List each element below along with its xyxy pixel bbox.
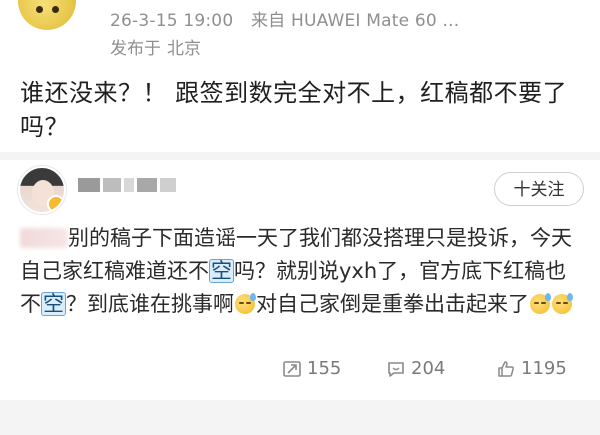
redaction-block	[78, 178, 100, 192]
bottom-spacer	[0, 400, 600, 435]
redaction-block	[124, 178, 134, 192]
post-source: 来自 HUAWEI Mate 60 ...	[250, 11, 460, 31]
sweat-drop	[567, 293, 573, 301]
repost-card: 十关注 别的稿子下面造谣一天了我们都没搭理只是投诉，今天自己家红稿难道还不空吗？…	[0, 160, 600, 400]
reply-user-avatar[interactable]	[18, 166, 66, 214]
repost-count: 155	[307, 358, 342, 379]
kong-sticker: 空	[209, 259, 234, 283]
follow-button[interactable]: 十关注	[494, 172, 584, 206]
comment-count: 204	[411, 358, 446, 379]
location-label: 发布于	[110, 39, 161, 59]
post-meta: 26-3-15 19:00 来自 HUAWEI Mate 60 ...	[110, 6, 459, 31]
like-icon	[498, 360, 514, 377]
like-count: 1195	[521, 358, 567, 379]
sweat-smile-emoji	[235, 293, 256, 314]
post-location-line: 发布于 北京	[110, 34, 207, 59]
redaction-block	[160, 178, 176, 192]
reply-body: 别的稿子下面造谣一天了我们都没搭理只是投诉，今天自己家红稿难道还不空吗？就别说y…	[20, 222, 585, 321]
vip-badge-icon	[47, 195, 64, 212]
post-location: 北京	[167, 39, 201, 59]
reply-text-part4: 对自己家倒是重拳出击起来了	[256, 292, 529, 316]
redaction-block	[103, 178, 121, 192]
comment-button[interactable]: 204	[386, 358, 445, 379]
sweat-smile-emoji	[530, 293, 551, 314]
action-bar: 155 204 1195	[0, 352, 600, 392]
repost-icon	[283, 360, 301, 377]
redacted-mention	[20, 228, 68, 248]
avatar-eye-left	[36, 6, 43, 13]
redacted-username	[78, 174, 198, 196]
sweat-drop	[545, 293, 551, 301]
avatar-eye-right	[52, 6, 59, 13]
reply-text-part3: ？到底谁在挑事啊	[66, 292, 234, 316]
redaction-block	[137, 178, 157, 192]
original-post-card: 26-3-15 19:00 来自 HUAWEI Mate 60 ... 发布于北…	[0, 0, 600, 152]
comment-icon	[388, 361, 404, 377]
post-timestamp: 26-3-15 19:00	[110, 11, 234, 31]
repost-button[interactable]: 155	[282, 358, 341, 379]
sweat-drop	[250, 293, 256, 301]
post-body: 谁还没来？！ 跟签到数完全对不上，红稿都不要了吗？	[20, 79, 568, 141]
sweat-smile-emoji	[552, 293, 573, 314]
author-avatar[interactable]	[18, 0, 76, 30]
like-button[interactable]: 1195	[496, 358, 567, 379]
kong-sticker: 空	[41, 292, 66, 316]
